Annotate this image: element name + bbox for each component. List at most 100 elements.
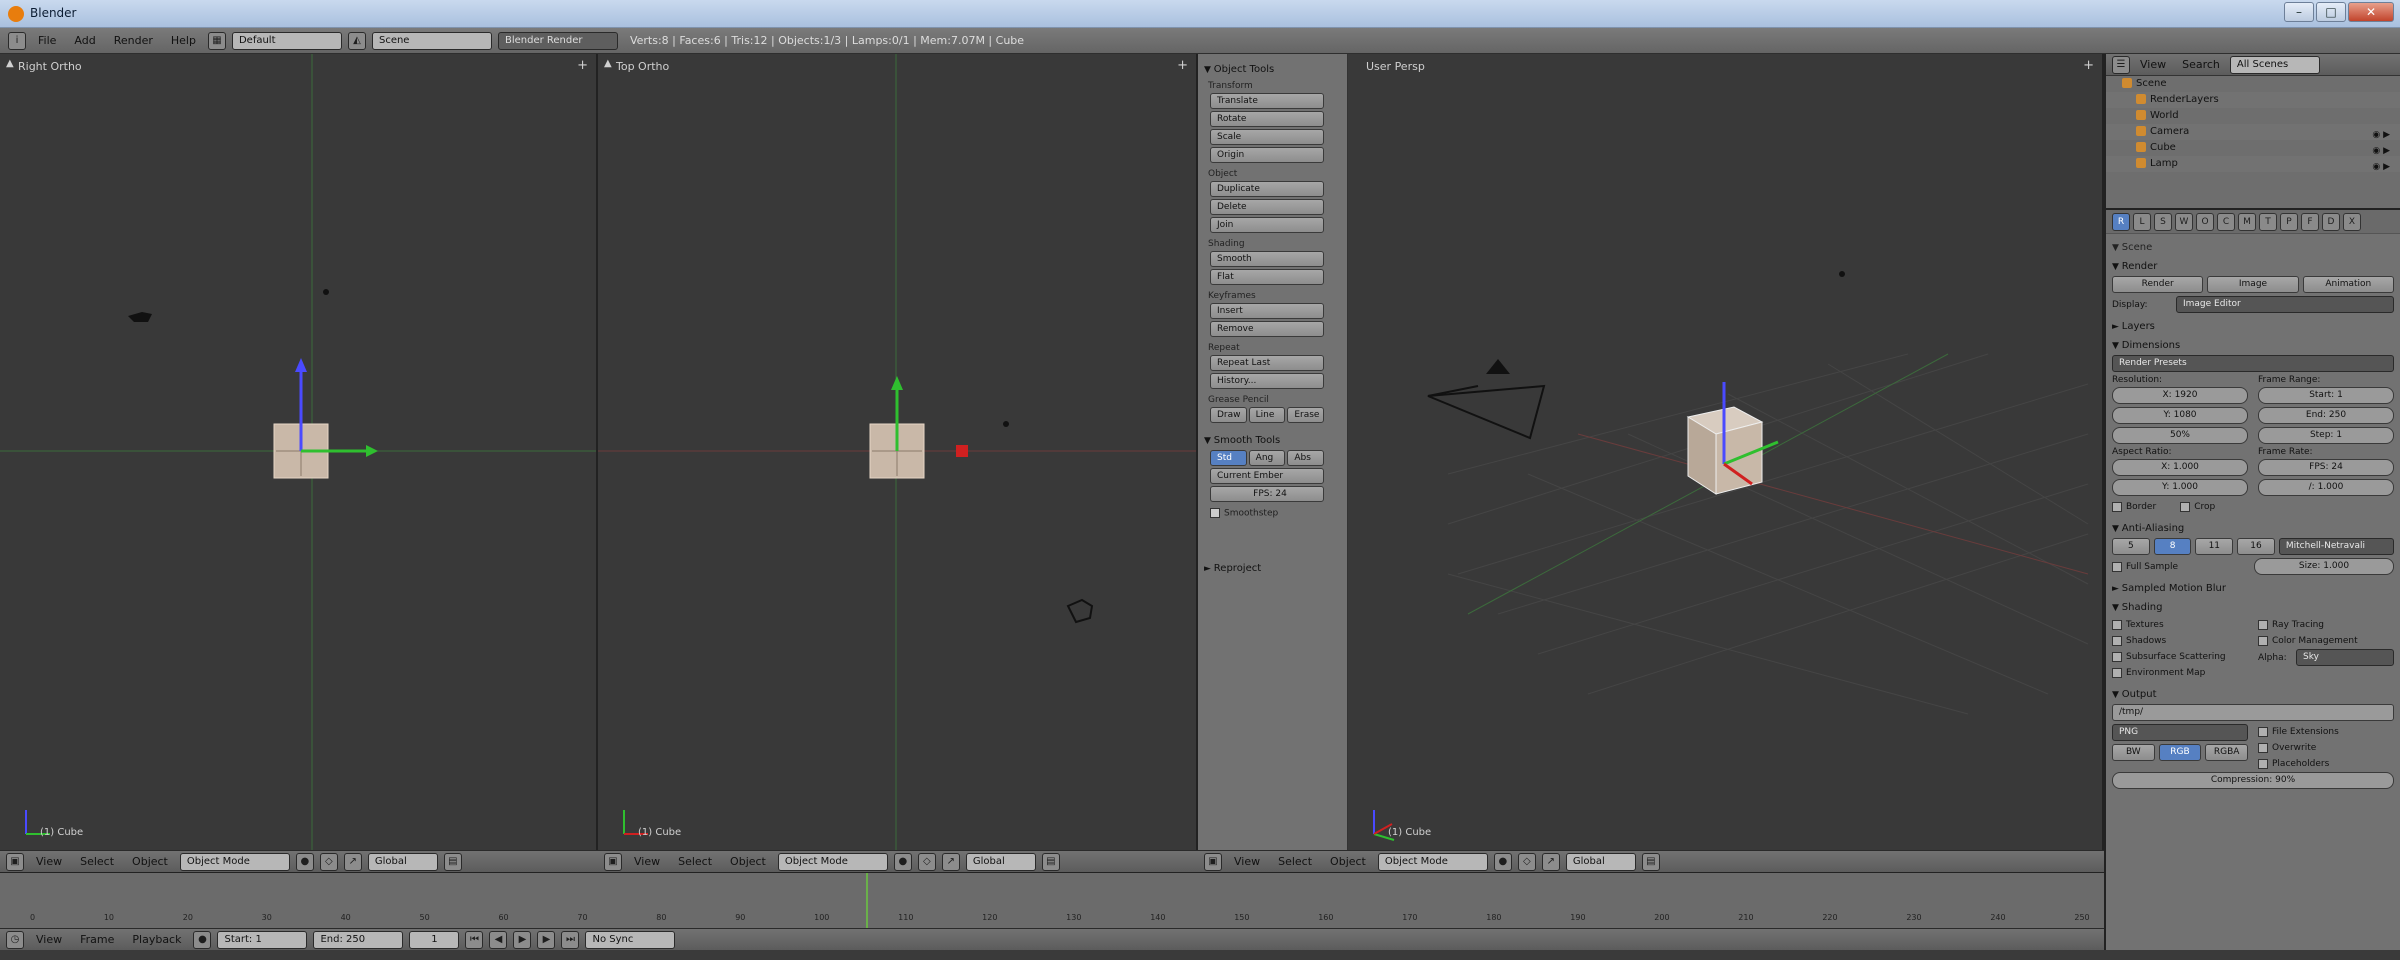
rgb-button[interactable]: RGB xyxy=(2158,744,2202,761)
render-button[interactable]: Render xyxy=(2112,276,2204,293)
minimize-button[interactable]: – xyxy=(2284,2,2314,22)
resolution-percent-field[interactable]: 50% xyxy=(2112,427,2248,444)
mode-select[interactable]: Object Mode xyxy=(777,852,888,871)
std-button[interactable]: Std xyxy=(1210,450,1247,466)
rotate-button[interactable]: Rotate xyxy=(1210,111,1324,127)
maximize-button[interactable]: □ xyxy=(2316,2,2346,22)
border-check[interactable]: Border xyxy=(2112,499,2156,515)
mode-select[interactable]: Object Mode xyxy=(1377,852,1488,871)
draw-button[interactable]: Draw xyxy=(1210,407,1247,423)
editor-type-icon[interactable]: ◷ xyxy=(6,930,24,949)
pivot-icon[interactable]: ◇ xyxy=(1517,852,1536,871)
file-extensions-check[interactable]: File Extensions xyxy=(2258,724,2394,740)
motion-blur-panel-title[interactable]: Sampled Motion Blur xyxy=(2112,583,2394,594)
menu-view[interactable]: View xyxy=(2134,58,2172,71)
record-icon[interactable]: ● xyxy=(193,930,212,949)
editor-type-icon[interactable]: ▣ xyxy=(1204,852,1222,871)
aa-16-button[interactable]: 16 xyxy=(2237,538,2275,555)
menu-select[interactable]: Select xyxy=(74,855,120,868)
ang-button[interactable]: Ang xyxy=(1248,450,1286,466)
aa-5-button[interactable]: 5 xyxy=(2112,538,2150,555)
outliner-row[interactable]: Camera ◉ ▶ xyxy=(2106,124,2400,140)
screen-layout-select[interactable]: Default xyxy=(231,31,342,50)
display-select[interactable]: Image Editor xyxy=(2176,296,2394,313)
menu-select[interactable]: Select xyxy=(672,855,718,868)
aa-filter-select[interactable]: Mitchell-Netravali xyxy=(2278,538,2395,555)
pivot-icon[interactable]: ◇ xyxy=(917,852,936,871)
start-frame-field[interactable]: Start: 1 xyxy=(217,930,308,949)
placeholders-check[interactable]: Placeholders xyxy=(2258,756,2394,772)
repeat-last-button[interactable]: Repeat Last xyxy=(1210,355,1324,371)
duplicate-button[interactable]: Duplicate xyxy=(1210,181,1324,197)
file-format-select[interactable]: PNG xyxy=(2112,724,2248,741)
current-frame-field[interactable]: 1 xyxy=(409,930,460,949)
scale-button[interactable]: Scale xyxy=(1210,129,1324,145)
manipulator-icon[interactable]: ↗ xyxy=(343,852,362,871)
output-panel-title[interactable]: Output xyxy=(2112,689,2394,700)
current-ember-field[interactable]: Current Ember xyxy=(1210,468,1324,484)
menu-add[interactable]: Add xyxy=(68,34,101,47)
full-sample-check[interactable]: Full Sample xyxy=(2112,559,2250,575)
properties-tab-icon[interactable]: X xyxy=(2343,212,2361,231)
frame-step-field[interactable]: Step: 1 xyxy=(2258,427,2394,444)
crop-check[interactable]: Crop xyxy=(2180,499,2215,515)
menu-file[interactable]: File xyxy=(32,34,62,47)
display-mode-select[interactable]: All Scenes xyxy=(2229,55,2320,74)
smooth-tools-title[interactable]: Smooth Tools xyxy=(1204,435,1341,446)
menu-select[interactable]: Select xyxy=(1272,855,1318,868)
menu-render[interactable]: Render xyxy=(108,34,159,47)
resolution-y-field[interactable]: Y: 1080 xyxy=(2112,407,2248,424)
properties-tab-icon[interactable]: M xyxy=(2238,212,2256,231)
menu-view[interactable]: View xyxy=(30,933,68,946)
object-tools-title[interactable]: Object Tools xyxy=(1204,64,1341,75)
flat-button[interactable]: Flat xyxy=(1210,269,1324,285)
animation-button[interactable]: Animation xyxy=(2302,276,2394,293)
shading-icon[interactable]: ● xyxy=(295,852,314,871)
orientation-select[interactable]: Global xyxy=(965,852,1036,871)
properties-tab-icon[interactable]: F xyxy=(2301,212,2319,231)
menu-view[interactable]: View xyxy=(1228,855,1266,868)
visibility-icon[interactable]: ◉ ▶ xyxy=(2372,159,2390,175)
render-panel-title[interactable]: Render xyxy=(2112,261,2394,272)
bw-button[interactable]: BW xyxy=(2112,744,2155,761)
screen-layout-icon[interactable]: ▦ xyxy=(207,31,226,50)
jump-end-icon[interactable]: ⏭ xyxy=(561,930,580,949)
menu-help[interactable]: Help xyxy=(165,34,202,47)
aa-size-field[interactable]: Size: 1.000 xyxy=(2254,558,2394,575)
shading-icon[interactable]: ● xyxy=(1493,852,1512,871)
sync-select[interactable]: No Sync xyxy=(585,930,676,949)
prev-key-icon[interactable]: ◀ xyxy=(489,930,508,949)
color-management-check[interactable]: Color Management xyxy=(2258,633,2394,649)
erase-button[interactable]: Erase xyxy=(1287,407,1325,423)
scene-select[interactable]: Scene xyxy=(371,31,492,50)
render-presets-select[interactable]: Render Presets xyxy=(2112,355,2394,372)
menu-object[interactable]: Object xyxy=(126,855,174,868)
properties-tab-icon[interactable]: R xyxy=(2112,212,2130,231)
menu-view[interactable]: View xyxy=(628,855,666,868)
next-key-icon[interactable]: ▶ xyxy=(537,930,556,949)
properties-tab-icon[interactable]: O xyxy=(2196,212,2214,231)
fps-base-field[interactable]: /: 1.000 xyxy=(2258,479,2394,496)
properties-tab-icon[interactable]: T xyxy=(2259,212,2277,231)
anti-aliasing-panel-title[interactable]: Anti-Aliasing xyxy=(2112,523,2394,534)
sss-check[interactable]: Subsurface Scattering xyxy=(2112,649,2248,665)
smooth-button[interactable]: Smooth xyxy=(1210,251,1324,267)
render-engine-select[interactable]: Blender Render xyxy=(497,31,618,50)
pivot-icon[interactable]: ◇ xyxy=(319,852,338,871)
timeline[interactable]: 0 10 20 30 40 50 60 70 80 90 100 110 120 130 140 150 160… xyxy=(0,872,2104,929)
resolution-x-field[interactable]: X: 1920 xyxy=(2112,387,2248,404)
alpha-select[interactable]: Sky xyxy=(2296,649,2394,666)
layers-icon[interactable]: ▤ xyxy=(1041,852,1060,871)
menu-frame[interactable]: Frame xyxy=(74,933,120,946)
mode-select[interactable]: Object Mode xyxy=(179,852,290,871)
shading-panel-title[interactable]: Shading xyxy=(2112,602,2394,613)
properties-tab-icon[interactable]: P xyxy=(2280,212,2298,231)
layers-icon[interactable]: ▤ xyxy=(443,852,462,871)
editor-type-icon[interactable]: i xyxy=(8,31,26,50)
fps-field[interactable]: FPS: 24 xyxy=(1210,486,1324,502)
properties-tab-icon[interactable]: W xyxy=(2175,212,2193,231)
outliner-row[interactable]: World xyxy=(2106,108,2400,124)
raytracing-check[interactable]: Ray Tracing xyxy=(2258,617,2394,633)
translate-button[interactable]: Translate xyxy=(1210,93,1324,109)
outliner-row[interactable]: RenderLayers xyxy=(2106,92,2400,108)
